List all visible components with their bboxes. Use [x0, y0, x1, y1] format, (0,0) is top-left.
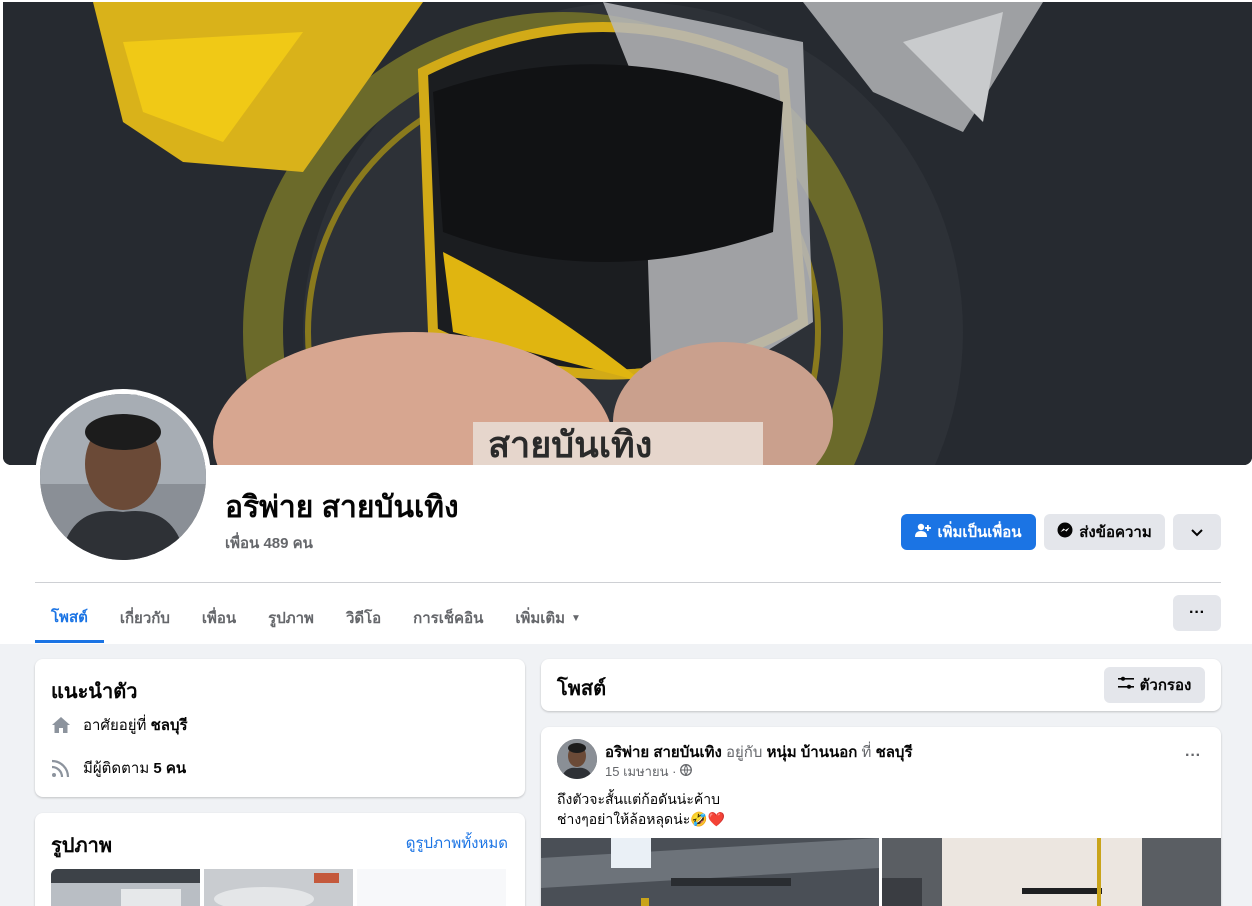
photos-card: รูปภาพ ดูรูปภาพทั้งหมด — [35, 813, 525, 906]
photo-thumbnail[interactable] — [51, 869, 200, 906]
tab-videos[interactable]: วิดีโอ — [330, 593, 397, 643]
intro-title: แนะนำตัว — [51, 681, 138, 703]
tab-about[interactable]: เกี่ยวกับ — [104, 593, 186, 643]
header-divider — [35, 582, 1221, 583]
globe-icon — [680, 764, 693, 779]
profile-name: อริพ่าย สายบันเทิง — [225, 491, 459, 524]
post-text-line: ถึงตัวจะสั้นแต่ก้อดันน่ะค้าบ — [557, 791, 720, 807]
post-meta: 15 เมษายน · — [605, 761, 693, 782]
followers-prefix: มีผู้ติดตาม — [83, 760, 150, 777]
post-photo[interactable] — [541, 838, 879, 906]
post-text: ถึงตัวจะสั้นแต่ก้อดันน่ะค้าบ ช่างๆอย่าให… — [557, 789, 725, 829]
tab-posts[interactable]: โพสต์ — [35, 593, 104, 643]
tab-photos[interactable]: รูปภาพ — [252, 593, 330, 643]
photo-grid — [51, 869, 506, 906]
followers-row: มีผู้ติดตาม 5 คน — [51, 756, 186, 780]
caret-down-icon: ▼ — [571, 612, 581, 624]
lives-in-row: อาศัยอยู่ที่ ชลบุรี — [51, 713, 188, 737]
post-date[interactable]: 15 เมษายน · — [605, 761, 676, 782]
add-friend-icon — [915, 522, 932, 542]
tab-friends[interactable]: เพื่อน — [186, 593, 252, 643]
post-photo[interactable] — [882, 838, 1221, 906]
post-author-name[interactable]: อริพ่าย สายบันเทิง — [605, 744, 722, 761]
friend-count[interactable]: เพื่อน 489 คน — [225, 531, 313, 555]
posts-header-card: โพสต์ ตัวกรอง — [541, 659, 1221, 711]
post-text-line: ช่างๆอย่าให้ล้อหลุดน่ะ🤣❤️ — [557, 811, 726, 827]
photo-thumbnail[interactable] — [357, 869, 506, 906]
add-friend-label: เพิ่มเป็นเพื่อน — [937, 524, 1022, 541]
chevron-down-icon — [1191, 524, 1203, 541]
filter-icon — [1117, 676, 1134, 694]
posts-title: โพสต์ — [557, 678, 607, 700]
profile-tabs: โพสต์ เกี่ยวกับ เพื่อน รูปภาพ วิดีโอ การ… — [35, 593, 597, 643]
svg-text:สายบันเทิง: สายบันเทิง — [488, 425, 652, 465]
message-label: ส่งข้อความ — [1079, 524, 1152, 541]
profile-avatar[interactable] — [40, 394, 206, 560]
photo-thumbnail[interactable] — [204, 869, 353, 906]
photos-title: รูปภาพ — [51, 835, 113, 857]
tabs-more-options-button[interactable]: ··· — [1173, 595, 1221, 631]
message-button[interactable]: ส่งข้อความ — [1044, 514, 1165, 550]
lives-in-prefix: อาศัยอยู่ที่ — [83, 717, 147, 734]
cover-photo[interactable]: สายบันเทิง — [3, 2, 1252, 465]
filter-button[interactable]: ตัวกรอง — [1104, 667, 1205, 703]
followers-count[interactable]: 5 คน — [153, 760, 186, 777]
post-at-text: ที่ — [861, 744, 872, 761]
post-place[interactable]: ชลบุรี — [876, 744, 913, 761]
more-dots-icon: ··· — [1189, 604, 1205, 621]
rss-icon — [51, 758, 71, 778]
messenger-icon — [1057, 522, 1073, 542]
post-card: อริพ่าย สายบันเทิง อยู่กับ หนุ่ม บ้านนอก… — [541, 727, 1221, 906]
add-friend-button[interactable]: เพิ่มเป็นเพื่อน — [901, 514, 1036, 550]
see-all-photos-link[interactable]: ดูรูปภาพทั้งหมด — [406, 831, 508, 855]
post-with-text: อยู่กับ — [726, 744, 763, 761]
post-tagged-person[interactable]: หนุ่ม บ้านนอก — [767, 744, 858, 761]
tab-more[interactable]: เพิ่มเติม ▼ — [499, 593, 597, 643]
home-icon — [51, 715, 71, 735]
lives-in-city[interactable]: ชลบุรี — [151, 717, 188, 734]
tab-checkins[interactable]: การเช็คอิน — [397, 593, 499, 643]
more-dots-icon: ··· — [1185, 747, 1201, 764]
post-author-avatar[interactable] — [557, 739, 597, 779]
filter-label: ตัวกรอง — [1139, 677, 1192, 694]
post-options-button[interactable]: ··· — [1185, 747, 1201, 765]
profile-more-button[interactable] — [1173, 514, 1221, 550]
intro-card: แนะนำตัว อาศัยอยู่ที่ ชลบุรี มีผู้ติดตาม… — [35, 659, 525, 797]
